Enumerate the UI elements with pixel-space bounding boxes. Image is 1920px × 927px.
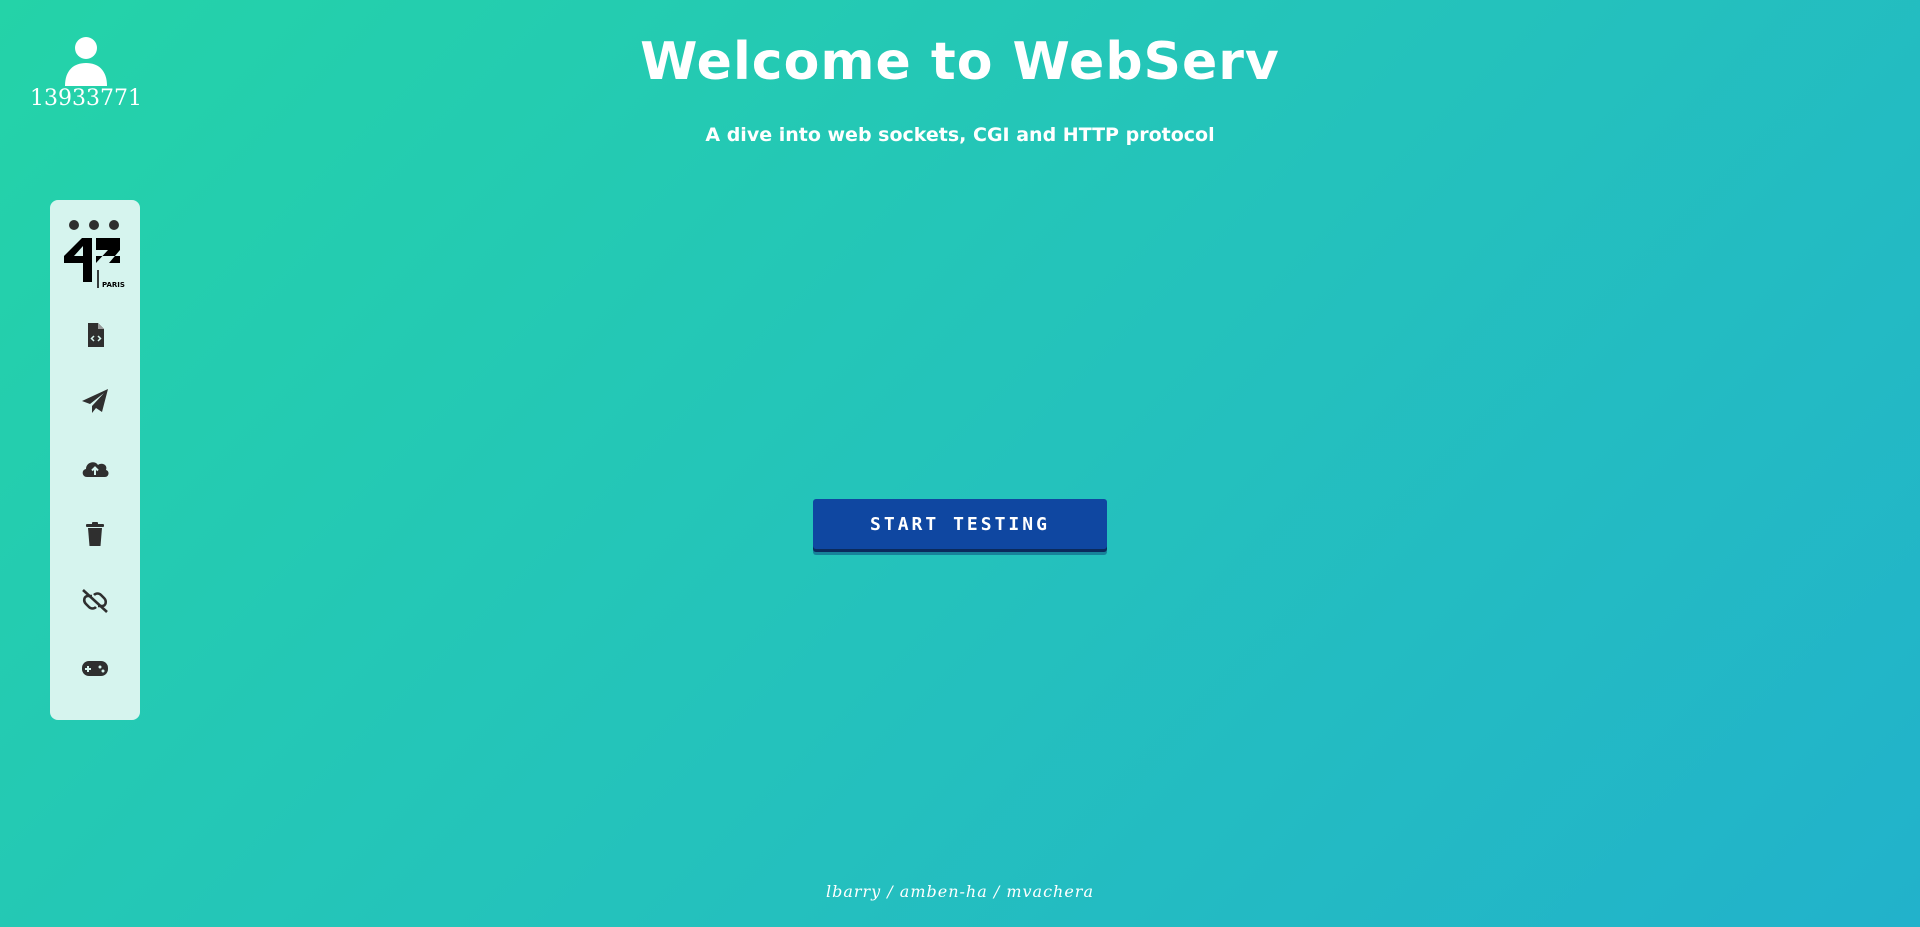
logo-42-paris[interactable]: PARIS [62,220,126,290]
sidebar-item-broken-link[interactable] [80,587,110,615]
sidebar-item-send[interactable] [80,387,110,415]
sidebar-item-upload[interactable] [80,454,110,482]
sidebar-item-game[interactable] [80,654,110,682]
sidebar-item-delete[interactable] [80,520,110,548]
page-title: Welcome to WebServ [640,32,1280,92]
sidebar: PARIS [50,200,140,720]
start-testing-button[interactable]: START TESTING [813,499,1107,549]
sidebar-item-file-code[interactable] [80,321,110,349]
page-subtitle: A dive into web sockets, CGI and HTTP pr… [705,124,1215,146]
footer-credits: lbarry / amben-ha / mvachera [825,882,1094,901]
broken-link-icon [82,589,108,613]
trash-icon [86,522,104,546]
cloud-upload-icon [82,462,109,477]
gamepad-icon [82,661,108,676]
logo-paris-text: PARIS [102,281,125,289]
file-code-icon [88,323,104,347]
paper-plane-icon [82,389,108,413]
